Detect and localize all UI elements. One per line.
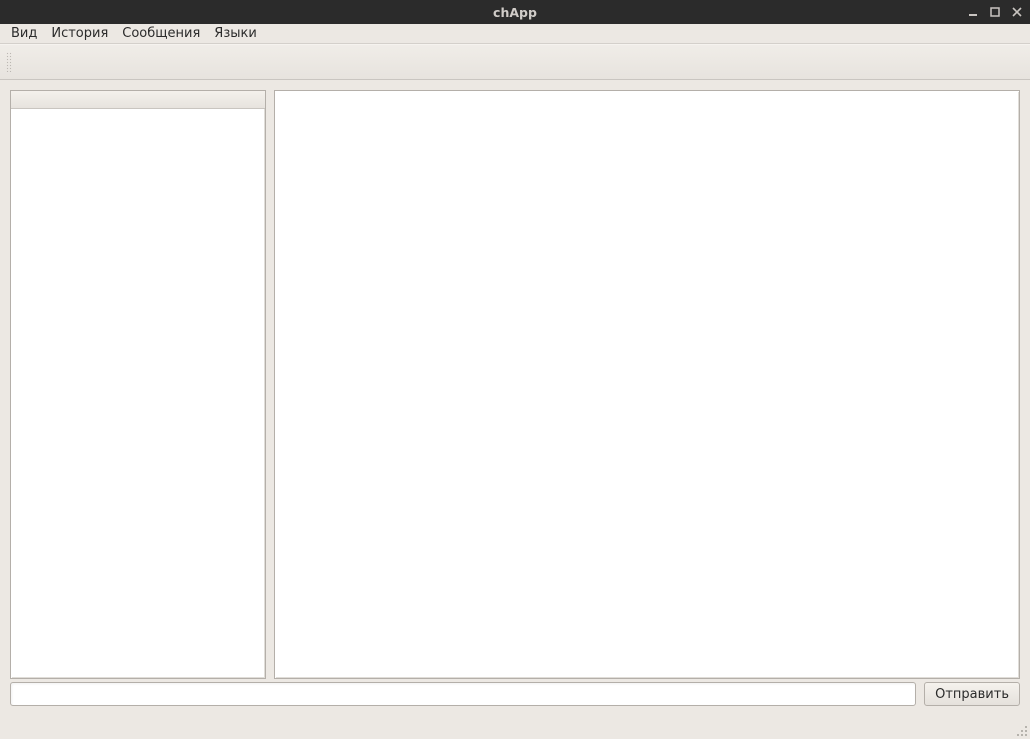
compose-bar: Отправить bbox=[0, 679, 1030, 719]
window-title: chApp bbox=[0, 5, 1030, 20]
menu-messages[interactable]: Сообщения bbox=[115, 24, 207, 43]
menubar: Вид История Сообщения Языки bbox=[0, 24, 1030, 44]
menu-languages[interactable]: Языки bbox=[207, 24, 264, 43]
resize-grip-icon[interactable] bbox=[1014, 723, 1028, 737]
maximize-icon[interactable] bbox=[988, 5, 1002, 19]
window-controls bbox=[966, 0, 1024, 24]
status-bar bbox=[0, 719, 1030, 739]
menu-history[interactable]: История bbox=[44, 24, 115, 43]
close-icon[interactable] bbox=[1010, 5, 1024, 19]
message-input[interactable] bbox=[10, 682, 916, 706]
contacts-list[interactable] bbox=[10, 90, 266, 679]
contacts-list-header[interactable] bbox=[11, 91, 265, 109]
toolbar-grip-icon[interactable] bbox=[6, 52, 12, 72]
toolbar bbox=[0, 44, 1030, 80]
send-button[interactable]: Отправить bbox=[924, 682, 1020, 706]
titlebar: chApp bbox=[0, 0, 1030, 24]
minimize-icon[interactable] bbox=[966, 5, 980, 19]
content-area bbox=[0, 80, 1030, 679]
panes bbox=[10, 90, 1020, 679]
chat-view[interactable] bbox=[274, 90, 1020, 679]
menu-view[interactable]: Вид bbox=[4, 24, 44, 43]
